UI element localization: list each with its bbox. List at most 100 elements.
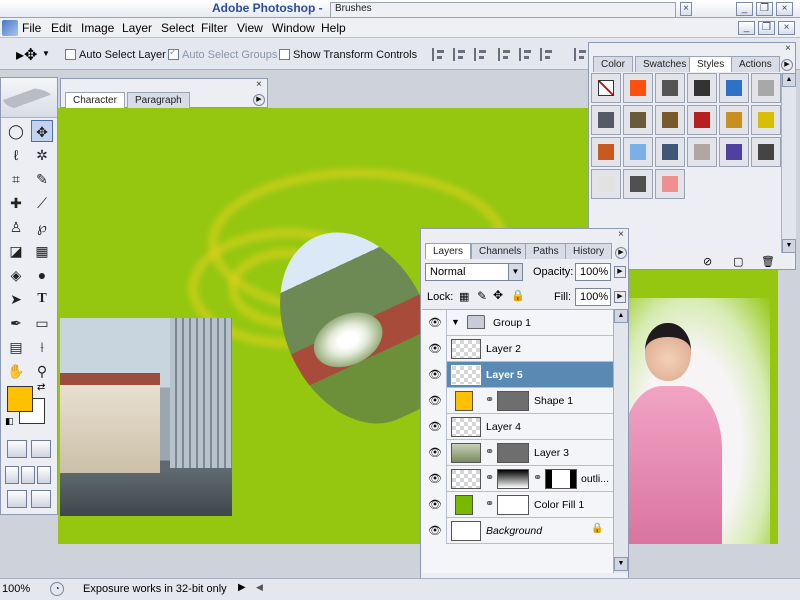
status-menu-arrow-icon[interactable]: ▶ xyxy=(238,582,246,593)
path-selection-tool-icon[interactable]: ➤ xyxy=(5,288,27,310)
style-swatch[interactable] xyxy=(751,137,781,167)
align-vertical-center-icon[interactable] xyxy=(453,48,466,61)
tab-actions[interactable]: Actions xyxy=(731,56,780,72)
link-icon[interactable]: ⚭ xyxy=(533,471,542,484)
link-icon[interactable]: ⚭ xyxy=(485,393,494,406)
foreground-color-swatch[interactable] xyxy=(7,386,33,412)
brush-tool-icon[interactable]: ⟋ xyxy=(31,192,53,214)
eye-icon[interactable]: 👁 xyxy=(427,498,443,512)
style-swatch[interactable] xyxy=(655,105,685,135)
edit-in-imageready-button[interactable] xyxy=(7,490,27,508)
align-top-icon[interactable] xyxy=(432,48,445,61)
style-swatch[interactable] xyxy=(655,73,685,103)
layer-row-outline[interactable]: 👁 ⚭ ⚭ outli... xyxy=(423,466,614,492)
delete-style-icon[interactable]: 🗑 xyxy=(761,255,775,268)
eye-icon[interactable]: 👁 xyxy=(427,316,443,330)
style-swatch[interactable] xyxy=(623,137,653,167)
tools-palette-header[interactable] xyxy=(1,78,57,118)
character-palette-menu-icon[interactable]: ▶ xyxy=(253,94,265,106)
hand-tool-icon[interactable]: ✋ xyxy=(5,360,27,382)
full-screen-menu-mode-button[interactable] xyxy=(21,466,35,484)
minimize-icon[interactable]: _ xyxy=(736,2,753,16)
standard-screen-mode-button[interactable] xyxy=(5,466,19,484)
auto-select-layer-checkbox[interactable] xyxy=(65,49,76,60)
close-icon[interactable]: × xyxy=(776,2,793,16)
move-tool-preset-icon[interactable]: ▸✥ xyxy=(16,45,37,65)
show-transform-controls-checkbox[interactable] xyxy=(279,49,290,60)
scroll-down-icon[interactable]: ▼ xyxy=(782,239,796,253)
layer-row-layer-3[interactable]: 👁 ⚭ Layer 3 xyxy=(423,440,614,466)
eye-icon[interactable]: 👁 xyxy=(427,472,443,486)
fill-field[interactable]: 100% xyxy=(575,288,611,306)
tab-styles[interactable]: Styles xyxy=(689,56,733,72)
new-style-icon[interactable]: ▢ xyxy=(733,255,743,268)
layer-row-background[interactable]: 👁 Background 🔒 xyxy=(423,518,614,544)
eye-icon[interactable]: 👁 xyxy=(427,368,443,382)
align-bottom-icon[interactable] xyxy=(474,48,487,61)
character-palette-close-icon[interactable]: × xyxy=(256,79,262,90)
layer-row-shape-1[interactable]: 👁 ⚭ Shape 1 xyxy=(423,388,614,414)
style-swatch[interactable] xyxy=(655,169,685,199)
status-info-icon[interactable]: ◔ xyxy=(50,582,64,596)
style-swatch[interactable] xyxy=(623,169,653,199)
type-tool-icon[interactable]: T xyxy=(31,288,53,310)
link-icon[interactable]: ⚭ xyxy=(485,471,494,484)
link-icon[interactable]: ⚭ xyxy=(485,445,494,458)
elliptical-marquee-tool-icon[interactable]: ◯ xyxy=(5,120,27,142)
style-swatch[interactable] xyxy=(687,137,717,167)
doc-minimize-icon[interactable]: _ xyxy=(738,21,755,35)
menu-image[interactable]: Image xyxy=(81,21,114,35)
lock-transparent-icon[interactable]: ▦ xyxy=(459,290,469,303)
layers-palette-menu-icon[interactable]: ▶ xyxy=(615,247,627,259)
menu-select[interactable]: Select xyxy=(161,21,194,35)
layer-row-color-fill-1[interactable]: 👁 ⚭ Color Fill 1 xyxy=(423,492,614,518)
eyedropper-tool-icon[interactable]: ⟊ xyxy=(31,336,53,358)
eye-icon[interactable]: 👁 xyxy=(427,342,443,356)
standard-mode-button[interactable] xyxy=(7,440,27,458)
styles-palette-menu-icon[interactable]: ▶ xyxy=(781,59,793,71)
jump-to-imageready-button[interactable] xyxy=(31,490,51,508)
menu-edit[interactable]: Edit xyxy=(51,21,72,35)
slice-tool-icon[interactable]: ✎ xyxy=(31,168,53,190)
swap-colors-icon[interactable]: ⇄ xyxy=(37,382,45,393)
style-swatch[interactable] xyxy=(623,105,653,135)
align-horizontal-center-icon[interactable] xyxy=(519,48,532,61)
brushes-palette-tab[interactable]: Brushes xyxy=(330,2,676,17)
style-swatch[interactable] xyxy=(687,105,717,135)
tool-preset-dropdown-icon[interactable]: ▼ xyxy=(42,49,50,58)
tab-history[interactable]: History xyxy=(565,243,613,259)
menu-view[interactable]: View xyxy=(237,21,263,35)
link-icon[interactable]: ⚭ xyxy=(485,497,494,510)
style-swatch[interactable] xyxy=(623,73,653,103)
distribute-icon[interactable] xyxy=(574,48,587,61)
lasso-tool-icon[interactable]: ℓ xyxy=(5,144,27,166)
menu-layer[interactable]: Layer xyxy=(122,21,152,35)
gradient-tool-icon[interactable]: ▦ xyxy=(31,240,53,262)
eraser-tool-icon[interactable]: ◪ xyxy=(5,240,27,262)
align-right-icon[interactable] xyxy=(540,48,553,61)
style-swatch[interactable] xyxy=(719,73,749,103)
lock-image-icon[interactable]: ✎ xyxy=(477,289,487,303)
crop-tool-icon[interactable]: ⌗ xyxy=(5,168,27,190)
tab-channels[interactable]: Channels xyxy=(471,243,530,259)
rectangle-tool-icon[interactable]: ▭ xyxy=(31,312,53,334)
layers-scrollbar[interactable]: ▲ ▼ xyxy=(613,309,628,573)
eye-icon[interactable]: 👁 xyxy=(427,446,443,460)
pen-tool-icon[interactable]: ✒ xyxy=(5,312,27,334)
palette-well-close-icon[interactable]: × xyxy=(680,2,692,16)
styles-palette-close-icon[interactable]: × xyxy=(785,43,791,54)
magic-wand-tool-icon[interactable]: ✲ xyxy=(31,144,53,166)
style-swatch[interactable] xyxy=(591,137,621,167)
dodge-tool-icon[interactable]: ● xyxy=(31,264,53,286)
style-swatch[interactable] xyxy=(655,137,685,167)
menu-help[interactable]: Help xyxy=(321,21,346,35)
style-swatch-none[interactable] xyxy=(591,73,621,103)
style-swatch[interactable] xyxy=(719,137,749,167)
full-screen-mode-button[interactable] xyxy=(37,466,51,484)
tab-character[interactable]: Character xyxy=(65,92,125,108)
healing-brush-tool-icon[interactable]: ✚ xyxy=(5,192,27,214)
doc-restore-icon[interactable]: ❐ xyxy=(758,21,775,35)
eye-icon[interactable]: 👁 xyxy=(427,420,443,434)
scroll-left-icon[interactable]: ◀ xyxy=(256,582,263,593)
menu-window[interactable]: Window xyxy=(272,21,315,35)
